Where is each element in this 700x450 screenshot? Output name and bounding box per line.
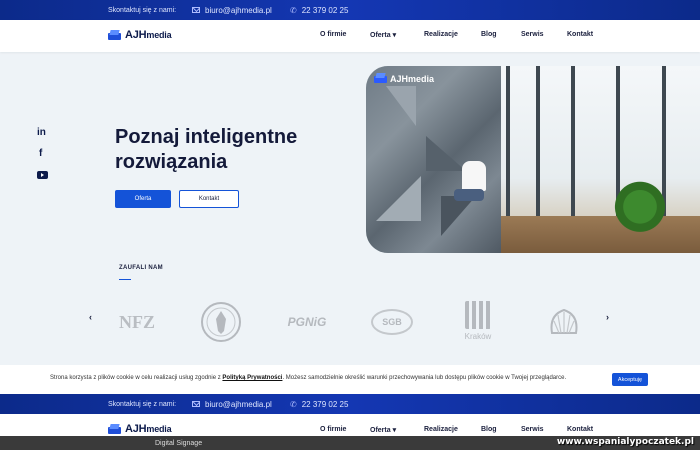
email-link[interactable]: biuro@ajhmedia.pl [192,400,272,409]
chevron-down-icon: ▾ [392,427,397,434]
partner-logo-shell [547,302,581,342]
contact-label: Skontaktuj się z nami: [108,6,177,14]
logo-text: AJHmedia [125,423,172,435]
trusted-heading: ZAUFALI NAM [119,265,163,271]
facebook-icon[interactable]: f [39,148,42,159]
contact-topbar-sticky: Skontaktuj się z nami: biuro@ajhmedia.pl… [0,394,700,414]
hero-title: Poznaj inteligentne rozwiązania [115,126,298,173]
partner-logo-sgb: SGB [370,302,414,342]
phone-text: 22 379 02 25 [301,5,349,15]
partner-logo-pgnig: PGNiG [287,315,327,329]
person-image [454,161,494,221]
hero-image: AJHmedia [366,66,700,253]
nav-item-kontakt[interactable]: Kontakt [567,31,593,38]
nav-item-oferta[interactable]: Oferta ▾ [370,31,396,39]
phone-icon: ✆ [290,5,297,15]
site-logo[interactable]: AJHmedia [108,29,172,41]
nav-item-blog[interactable]: Blog [481,31,497,38]
cookie-text: Strona korzysta z plików cookie w celu r… [50,375,567,381]
contact-button[interactable]: Kontakt [179,190,239,208]
chevron-left-icon[interactable]: ‹ [89,312,92,322]
cookie-accept-button[interactable]: Akceptuję [612,373,648,386]
mail-icon [192,7,200,13]
contact-topbar: Skontaktuj się z nami: biuro@ajhmedia.pl… [0,0,700,20]
chevron-down-icon: ▾ [392,32,397,39]
phone-link[interactable]: ✆ 22 379 02 25 [290,6,348,15]
privacy-policy-link[interactable]: Polityką Prywatności [222,375,282,381]
main-navbar: AJHmedia O firmie Oferta ▾ Realizacje Bl… [0,20,700,52]
plant-image [610,176,670,253]
partner-logo-emblem [200,302,242,342]
mail-icon [192,401,200,407]
contact-label: Skontaktuj się z nami: [108,400,177,408]
email-link[interactable]: biuro@ajhmedia.pl [192,6,272,15]
nav-item-realizacje[interactable]: Realizacje [424,426,458,433]
offer-button[interactable]: Oferta [115,190,171,208]
partner-logo-krakow: Kraków [458,298,498,344]
felt-panel-image [366,66,501,253]
nav-item-serwis[interactable]: Serwis [521,31,544,38]
next-section-label: Digital Signage [155,440,203,447]
email-text: biuro@ajhmedia.pl [205,5,272,15]
phone-text: 22 379 02 25 [301,399,349,409]
nav-item-o-firmie[interactable]: O firmie [320,426,346,433]
nav-item-o-firmie[interactable]: O firmie [320,31,346,38]
site-logo[interactable]: AJHmedia [108,423,172,435]
nav-item-realizacje[interactable]: Realizacje [424,31,458,38]
nav-item-kontakt[interactable]: Kontakt [567,426,593,433]
logo-icon [108,30,121,41]
chevron-right-icon[interactable]: › [606,312,609,322]
email-text: biuro@ajhmedia.pl [205,399,272,409]
logo-text: AJHmedia [125,29,172,41]
logo-icon [108,424,121,435]
cookie-banner: Strona korzysta z plików cookie w celu r… [0,365,700,394]
linkedin-icon[interactable]: in [37,127,46,138]
partner-logo-nfz: NFZ [119,311,155,332]
logo-icon [374,73,387,84]
phone-link[interactable]: ✆ 22 379 02 25 [290,400,348,409]
nav-item-oferta[interactable]: Oferta ▾ [370,426,396,434]
nav-item-serwis[interactable]: Serwis [521,426,544,433]
heading-underline [119,279,131,280]
phone-icon: ✆ [290,399,297,409]
youtube-icon[interactable] [37,171,48,179]
watermark: www.wspanialypoczatek.pl [556,437,694,447]
nav-item-blog[interactable]: Blog [481,426,497,433]
image-logo: AJHmedia [374,73,434,84]
